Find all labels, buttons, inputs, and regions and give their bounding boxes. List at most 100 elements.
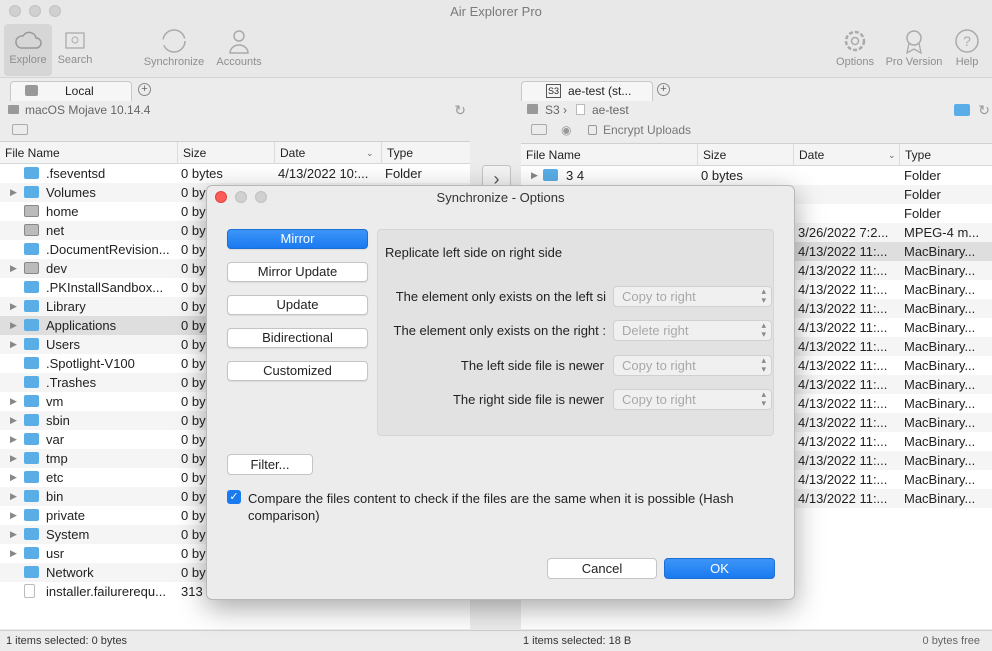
synchronize-button[interactable]: Synchronize [138,24,210,76]
disclosure-triangle-icon[interactable]: ▶ [10,392,17,411]
disclosure-triangle-icon[interactable]: ▶ [10,411,17,430]
file-type: Folder [904,206,941,221]
file-type: MacBinary... [904,358,976,373]
option-right-only-label: The element only exists on the right : [393,323,606,338]
option-right-only-select[interactable]: Delete right ▴ ▾ [613,320,772,341]
file-date: 4/13/2022 11:... [798,358,888,373]
accounts-button[interactable]: Accounts [212,24,266,76]
disclosure-triangle-icon[interactable]: ▶ [10,544,17,563]
file-name: home [46,204,79,219]
file-name: Volumes [46,185,96,200]
help-button[interactable]: ? Help [950,24,984,76]
customized-button[interactable]: Customized [227,361,368,381]
award-icon [906,30,922,54]
folder-icon[interactable] [954,104,970,116]
file-type: MacBinary... [904,396,976,411]
new-folder-icon[interactable] [531,124,547,135]
file-name: bin [46,489,64,504]
breadcrumb-s3[interactable]: S3 [545,101,560,119]
pro-version-button[interactable]: Pro Version [882,24,946,76]
disclosure-triangle-icon[interactable]: ▶ [531,166,538,185]
tab-local[interactable]: Local [10,81,132,101]
tab-ae-test[interactable]: S3 ae-test (st... [521,81,653,101]
compare-content-checkbox[interactable]: ✓ [227,490,241,504]
disclosure-triangle-icon[interactable]: ▶ [10,430,17,449]
left-action-bar [0,119,470,141]
options-button[interactable]: Options [832,24,878,76]
table-row[interactable]: .fseventsd 0 bytes 4/13/2022 10:... Folder [0,164,470,183]
option-right-newer-select[interactable]: Copy to right ▴ ▾ [613,389,772,410]
file-name: Applications [46,318,117,333]
folder-icon [543,169,558,181]
option-left-only-value: Copy to right [622,289,696,304]
refresh-icon[interactable]: ↻ [454,101,466,119]
explore-button[interactable]: Explore [4,24,52,76]
add-tab-button[interactable]: + [657,83,670,96]
encrypt-uploads-toggle[interactable]: Encrypt Uploads [603,119,691,141]
mirror-button[interactable]: Mirror [227,229,368,249]
breadcrumb-ae-test[interactable]: ae-test [592,101,629,119]
disclosure-triangle-icon[interactable]: ▶ [10,259,17,278]
cloud-icon [15,31,42,49]
column-file-name[interactable]: File Name [521,144,697,166]
eye-icon[interactable]: ◉ [561,119,571,141]
file-type: MacBinary... [904,263,976,278]
option-left-newer-select[interactable]: Copy to right ▴ ▾ [613,355,772,376]
file-size: 0 by [181,318,206,333]
disclosure-triangle-icon[interactable]: ▶ [10,506,17,525]
drive-icon [8,105,19,114]
file-size: 0 bytes [701,168,743,183]
column-type[interactable]: Type [381,142,470,164]
folder-icon [24,319,39,331]
new-folder-icon[interactable] [12,124,28,135]
help-label: Help [955,56,979,68]
column-type[interactable]: Type [899,144,992,166]
column-size[interactable]: Size [177,142,274,164]
dialog-close-button[interactable] [215,191,227,203]
zoom-window-button[interactable] [49,5,61,17]
cancel-button[interactable]: Cancel [547,558,657,579]
file-type: MacBinary... [904,244,976,259]
update-button[interactable]: Update [227,295,368,315]
file-size: 0 by [181,451,206,466]
column-file-name[interactable]: File Name [0,142,177,164]
s3-icon: S3 [546,84,562,98]
file-size: 0 bytes [181,166,223,181]
column-date[interactable]: Date [274,142,381,164]
disclosure-triangle-icon[interactable]: ▶ [10,183,17,202]
option-left-newer-value: Copy to right [622,358,696,373]
left-column-header: File Name Size Date ⌄ Type [0,142,470,164]
lock-icon [588,125,597,135]
file-date: 4/13/2022 11:... [798,434,888,449]
disclosure-triangle-icon[interactable]: ▶ [10,335,17,354]
disclosure-triangle-icon[interactable]: ▶ [10,468,17,487]
ok-button[interactable]: OK [664,558,775,579]
breadcrumb-separator: › [563,103,567,117]
column-date[interactable]: Date [793,144,899,166]
add-tab-button[interactable]: + [138,83,151,96]
disclosure-triangle-icon[interactable]: ▶ [10,316,17,335]
filter-button[interactable]: Filter... [227,454,313,475]
minimize-window-button[interactable] [29,5,41,17]
bidirectional-button[interactable]: Bidirectional [227,328,368,348]
refresh-icon[interactable]: ↻ [978,101,990,119]
search-button[interactable]: Search [54,24,96,76]
file-date: 4/13/2022 11:... [798,396,888,411]
disclosure-triangle-icon[interactable]: ▶ [10,449,17,468]
file-name: tmp [46,451,68,466]
table-row[interactable]: ▶ 3 4 0 bytes Folder [521,166,992,185]
close-window-button[interactable] [9,5,21,17]
column-size[interactable]: Size [697,144,793,166]
mirror-update-button[interactable]: Mirror Update [227,262,368,282]
file-name: .Trashes [46,375,97,390]
option-left-only-select[interactable]: Copy to right ▴ ▾ [613,286,772,307]
disclosure-triangle-icon[interactable]: ▶ [10,525,17,544]
file-type: MacBinary... [904,301,976,316]
disclosure-triangle-icon[interactable]: ▶ [10,487,17,506]
left-path-label[interactable]: macOS Mojave 10.14.4 [25,101,150,119]
title-bar: Air Explorer Pro [0,0,992,24]
file-name: .fseventsd [46,166,106,181]
disclosure-triangle-icon[interactable]: ▶ [10,297,17,316]
file-name: Users [46,337,80,352]
synchronize-options-dialog: Synchronize - Options Mirror Mirror Upda… [206,185,795,600]
